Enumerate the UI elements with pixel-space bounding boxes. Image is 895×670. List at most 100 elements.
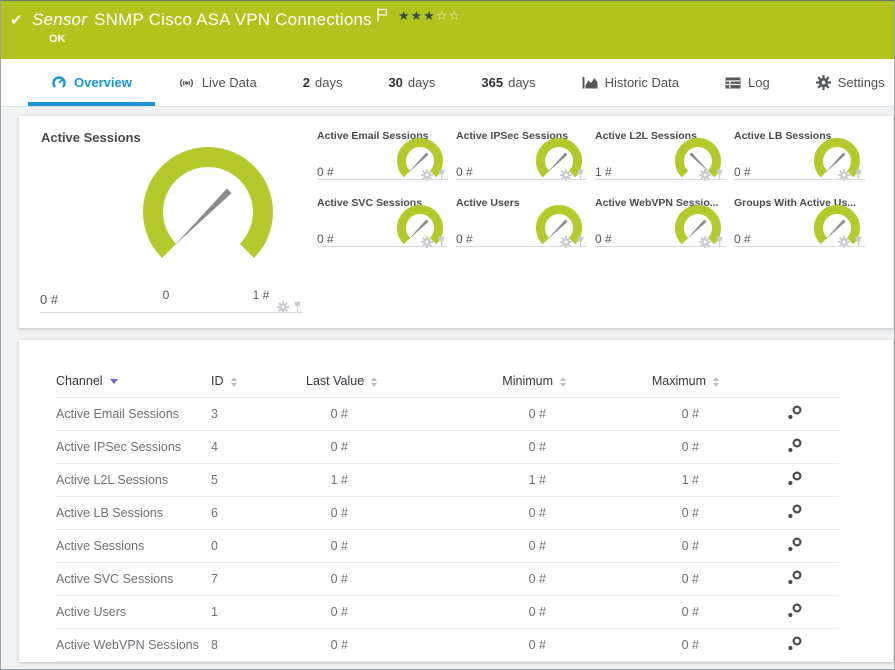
gauge-tile[interactable]: Active SVC Sessions 0 # (317, 196, 456, 263)
min-cell: 0 # (368, 529, 566, 563)
gear-icon[interactable] (699, 168, 711, 186)
max-cell: 0 # (681, 406, 699, 421)
sort-both-icon (560, 376, 566, 387)
gauge-tile-value: 0 # (734, 165, 751, 179)
gear-icon[interactable] (277, 300, 289, 318)
max-cell: 1 # (566, 463, 719, 497)
gauge-tile-value: 1 # (595, 165, 612, 179)
table-row: Active IPSec Sessions 4 0 #0 #0 # (56, 430, 839, 464)
gauge-tile-value: 0 # (734, 232, 751, 246)
pin-icon[interactable] (575, 168, 586, 186)
channel-settings-wrench-icon[interactable] (787, 405, 802, 423)
gauge-tile[interactable]: Active L2L Sessions 1 # (595, 129, 734, 196)
tab-historic-data[interactable]: Historic Data (559, 59, 702, 106)
main-gauge-tile[interactable]: Active Sessions 0 1 # 0 # (19, 116, 319, 328)
tab-settings[interactable]: Settings (793, 59, 894, 106)
id-cell: 6 (211, 496, 306, 530)
gauge-needle (174, 188, 232, 246)
gear-icon[interactable] (560, 168, 572, 186)
pin-icon[interactable] (714, 168, 725, 186)
table-row: Active SVC Sessions 7 0 #0 #0 # (56, 562, 839, 596)
channel-settings-wrench-icon[interactable] (787, 636, 802, 654)
row-tools-cell (719, 496, 839, 530)
channels-table-panel: Channel ID Last Value Minimum Maximum Active… (19, 340, 893, 662)
column-header-id[interactable]: ID (211, 370, 306, 398)
column-header-maximum[interactable]: Maximum (566, 370, 719, 398)
divider (456, 246, 587, 247)
pin-icon[interactable] (575, 235, 586, 253)
last-cell: 0 # (306, 496, 368, 530)
chart-icon (582, 76, 598, 89)
status-check-icon: ✔ (10, 12, 23, 29)
gauge-tile[interactable]: Active Email Sessions 0 # (317, 129, 456, 196)
row-tools-cell (719, 562, 839, 596)
gauge-tile[interactable]: Active WebVPN Sessio... 0 # (595, 196, 734, 263)
channel-settings-wrench-icon[interactable] (787, 471, 802, 489)
tab-2-days[interactable]: 2 days (280, 59, 366, 106)
flag-icon[interactable] (377, 8, 388, 27)
max-cell: 0 # (566, 628, 719, 662)
row-tools-cell (719, 595, 839, 629)
table-row: Active Users 1 0 #0 #0 # (56, 595, 839, 629)
gauge-tile-title: Active Users (456, 197, 520, 209)
pin-icon[interactable] (292, 300, 303, 318)
divider (734, 246, 865, 247)
tab-overview[interactable]: Overview (28, 59, 155, 106)
channel-name-cell: Active SVC Sessions (56, 562, 211, 596)
row-tools-cell (719, 463, 839, 497)
column-header-minimum[interactable]: Minimum (368, 370, 566, 398)
tab-label: Log (747, 75, 770, 90)
tab-number: 365 (481, 75, 504, 90)
gear-icon[interactable] (560, 235, 572, 253)
id-cell: 7 (211, 562, 306, 596)
divider (317, 246, 448, 247)
channel-settings-wrench-icon[interactable] (787, 438, 802, 456)
column-header-channel[interactable]: Channel (56, 370, 211, 398)
sort-desc-icon (109, 379, 118, 385)
gear-icon[interactable] (421, 168, 433, 186)
channel-name-cell: Active Email Sessions (56, 406, 179, 421)
last-cell: 0 # (306, 628, 368, 662)
tab-live-data[interactable]: Live Data (155, 59, 280, 106)
pin-icon[interactable] (853, 168, 864, 186)
gauge-tile[interactable]: Active LB Sessions 0 # (734, 129, 873, 196)
pin-icon[interactable] (436, 168, 447, 186)
pin-icon[interactable] (714, 235, 725, 253)
priority-stars-filled: ★★★ (397, 8, 436, 23)
gauge-tile[interactable]: Groups With Active Us... 0 # (734, 196, 873, 263)
gauge-tile-value: 0 # (456, 232, 473, 246)
channel-settings-wrench-icon[interactable] (787, 603, 802, 621)
tab-365-days[interactable]: 365 days (458, 59, 558, 106)
max-cell: 0 # (566, 496, 719, 530)
priority-stars[interactable]: ★★★☆☆ (398, 8, 461, 24)
channel-settings-wrench-icon[interactable] (787, 570, 802, 588)
gear-icon[interactable] (838, 235, 850, 253)
gauge-tile-actions (277, 300, 303, 318)
column-header-tools (719, 370, 839, 398)
tab-label: days (508, 75, 536, 90)
pin-icon[interactable] (436, 235, 447, 253)
divider (317, 179, 448, 180)
last-cell: 0 # (330, 406, 348, 421)
gear-icon[interactable] (838, 168, 850, 186)
gauge-scale-max: 1 # (252, 288, 270, 302)
channel-name-cell: Active Users (56, 595, 211, 629)
min-cell: 0 # (528, 406, 546, 421)
channel-settings-wrench-icon[interactable] (787, 537, 802, 555)
gear-icon[interactable] (699, 235, 711, 253)
gear-icon[interactable] (421, 235, 433, 253)
channel-settings-wrench-icon[interactable] (787, 504, 802, 522)
tab-label: Historic Data (604, 75, 679, 90)
pin-icon[interactable] (853, 235, 864, 253)
sort-both-icon (230, 376, 237, 387)
gauge-tile[interactable]: Active IPSec Sessions 0 # (456, 129, 595, 196)
gauge-tile[interactable]: Active Users 0 # (456, 196, 595, 263)
row-tools-cell (719, 661, 839, 662)
tab-bar: Overview Live Data 2 days 30 days 365 days Histo… (1, 59, 894, 107)
gauge-icon (51, 75, 67, 91)
tab-30-days[interactable]: 30 days (365, 59, 458, 106)
id-cell: 8 (211, 628, 306, 662)
last-cell: 0 # (306, 430, 368, 464)
column-header-last-value[interactable]: Last Value (306, 370, 378, 398)
tab-log[interactable]: Log (702, 59, 793, 106)
